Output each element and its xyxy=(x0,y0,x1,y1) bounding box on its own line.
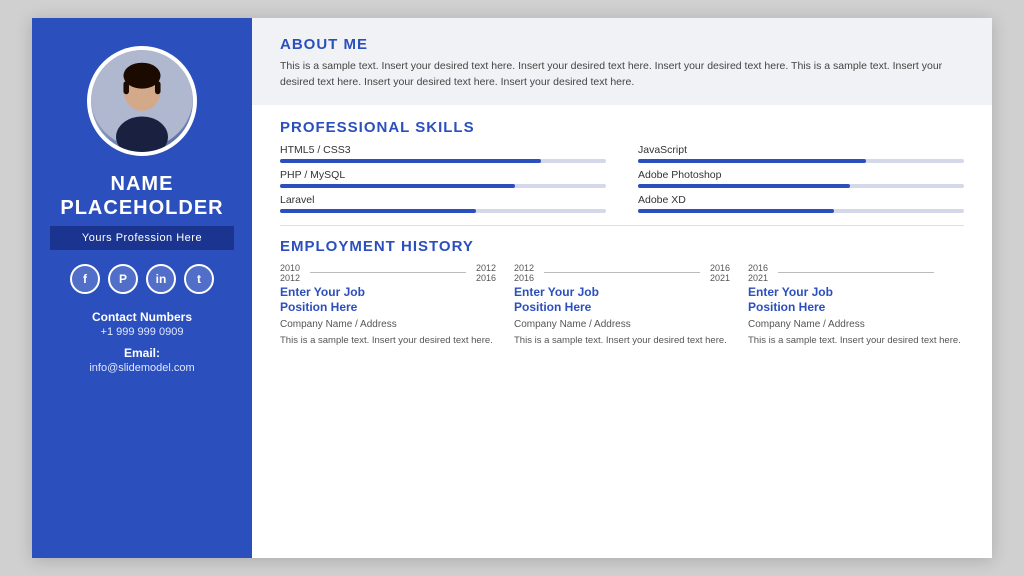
emp-year-end: 20162021 xyxy=(704,263,730,283)
emp-desc: This is a sample text. Insert your desir… xyxy=(748,334,964,347)
skill-item: Laravel xyxy=(280,194,606,213)
skill-bar-fill xyxy=(280,209,476,213)
sidebar-name: NAME PLACEHOLDER xyxy=(60,172,223,220)
employment-section: EMPLOYMENT HISTORY 20102012 20122016 Ent… xyxy=(252,228,992,559)
emp-year-end: 20122016 xyxy=(470,263,496,283)
skill-label: Adobe Photoshop xyxy=(638,169,964,181)
employment-title: EMPLOYMENT HISTORY xyxy=(280,238,964,255)
skill-bar-bg xyxy=(638,184,964,188)
skill-bar-bg xyxy=(280,159,606,163)
name-line1: NAME xyxy=(60,172,223,196)
twitter-icon[interactable]: t xyxy=(184,264,214,294)
emp-desc: This is a sample text. Insert your desir… xyxy=(514,334,730,347)
facebook-icon[interactable]: f xyxy=(70,264,100,294)
emp-years: 20122016 20162021 xyxy=(514,263,730,283)
resume-wrapper: NAME PLACEHOLDER Yours Profession Here f… xyxy=(32,18,992,558)
emp-job-title: Enter Your JobPosition Here xyxy=(748,285,964,316)
skill-bar-fill xyxy=(280,184,515,188)
main-content: ABOUT ME This is a sample text. Insert y… xyxy=(252,18,992,558)
skill-bar-bg xyxy=(280,184,606,188)
skill-label: JavaScript xyxy=(638,144,964,156)
employment-grid: 20102012 20122016 Enter Your JobPosition… xyxy=(280,263,964,347)
profession-bar: Yours Profession Here xyxy=(50,226,234,250)
skill-item: Adobe XD xyxy=(638,194,964,213)
contact-phone: +1 999 999 0909 xyxy=(89,326,194,338)
skill-item: Adobe Photoshop xyxy=(638,169,964,188)
email-value: info@slidemodel.com xyxy=(89,362,194,374)
avatar-inner xyxy=(91,50,193,152)
about-title: ABOUT ME xyxy=(280,36,964,53)
employment-column: 20162021 Enter Your JobPosition Here Com… xyxy=(748,263,964,347)
skill-bar-fill xyxy=(638,184,850,188)
skill-label: Laravel xyxy=(280,194,606,206)
email-title: Email: xyxy=(89,346,194,360)
employment-column: 20102012 20122016 Enter Your JobPosition… xyxy=(280,263,496,347)
emp-company: Company Name / Address xyxy=(514,319,730,330)
employment-column: 20122016 20162021 Enter Your JobPosition… xyxy=(514,263,730,347)
emp-year-start: 20162021 xyxy=(748,263,774,283)
skill-bar-fill xyxy=(638,209,834,213)
about-text: This is a sample text. Insert your desir… xyxy=(280,59,964,91)
skill-label: HTML5 / CSS3 xyxy=(280,144,606,156)
emp-year-line xyxy=(544,272,700,274)
skill-item: JavaScript xyxy=(638,144,964,163)
emp-company: Company Name / Address xyxy=(280,319,496,330)
pinterest-icon[interactable]: P xyxy=(108,264,138,294)
contact-section: Contact Numbers +1 999 999 0909 Email: i… xyxy=(89,310,194,374)
emp-years: 20102012 20122016 xyxy=(280,263,496,283)
sidebar: NAME PLACEHOLDER Yours Profession Here f… xyxy=(32,18,252,558)
linkedin-icon[interactable]: in xyxy=(146,264,176,294)
avatar xyxy=(87,46,197,156)
skill-label: Adobe XD xyxy=(638,194,964,206)
skill-bar-fill xyxy=(638,159,866,163)
name-line2: PLACEHOLDER xyxy=(60,196,223,220)
profession-text: Yours Profession Here xyxy=(82,232,202,244)
emp-desc: This is a sample text. Insert your desir… xyxy=(280,334,496,347)
emp-job-title: Enter Your JobPosition Here xyxy=(514,285,730,316)
skills-grid: HTML5 / CSS3 JavaScript PHP / MySQL Adob… xyxy=(280,144,964,213)
skill-item: HTML5 / CSS3 xyxy=(280,144,606,163)
skill-bar-bg xyxy=(638,159,964,163)
emp-year-start: 20122016 xyxy=(514,263,540,283)
social-icons: f P in t xyxy=(70,264,214,294)
contact-title: Contact Numbers xyxy=(89,310,194,324)
avatar-svg xyxy=(91,50,193,152)
emp-year-line xyxy=(778,272,934,274)
skill-label: PHP / MySQL xyxy=(280,169,606,181)
skills-section: PROFESSIONAL SKILLS HTML5 / CSS3 JavaScr… xyxy=(252,105,992,223)
skills-title: PROFESSIONAL SKILLS xyxy=(280,119,964,136)
emp-years: 20162021 xyxy=(748,263,964,283)
emp-year-line xyxy=(310,272,466,274)
skill-bar-bg xyxy=(638,209,964,213)
skill-bar-fill xyxy=(280,159,541,163)
skill-bar-bg xyxy=(280,209,606,213)
emp-job-title: Enter Your JobPosition Here xyxy=(280,285,496,316)
emp-year-start: 20102012 xyxy=(280,263,306,283)
divider xyxy=(280,225,964,226)
emp-company: Company Name / Address xyxy=(748,319,964,330)
about-section: ABOUT ME This is a sample text. Insert y… xyxy=(252,18,992,105)
skill-item: PHP / MySQL xyxy=(280,169,606,188)
